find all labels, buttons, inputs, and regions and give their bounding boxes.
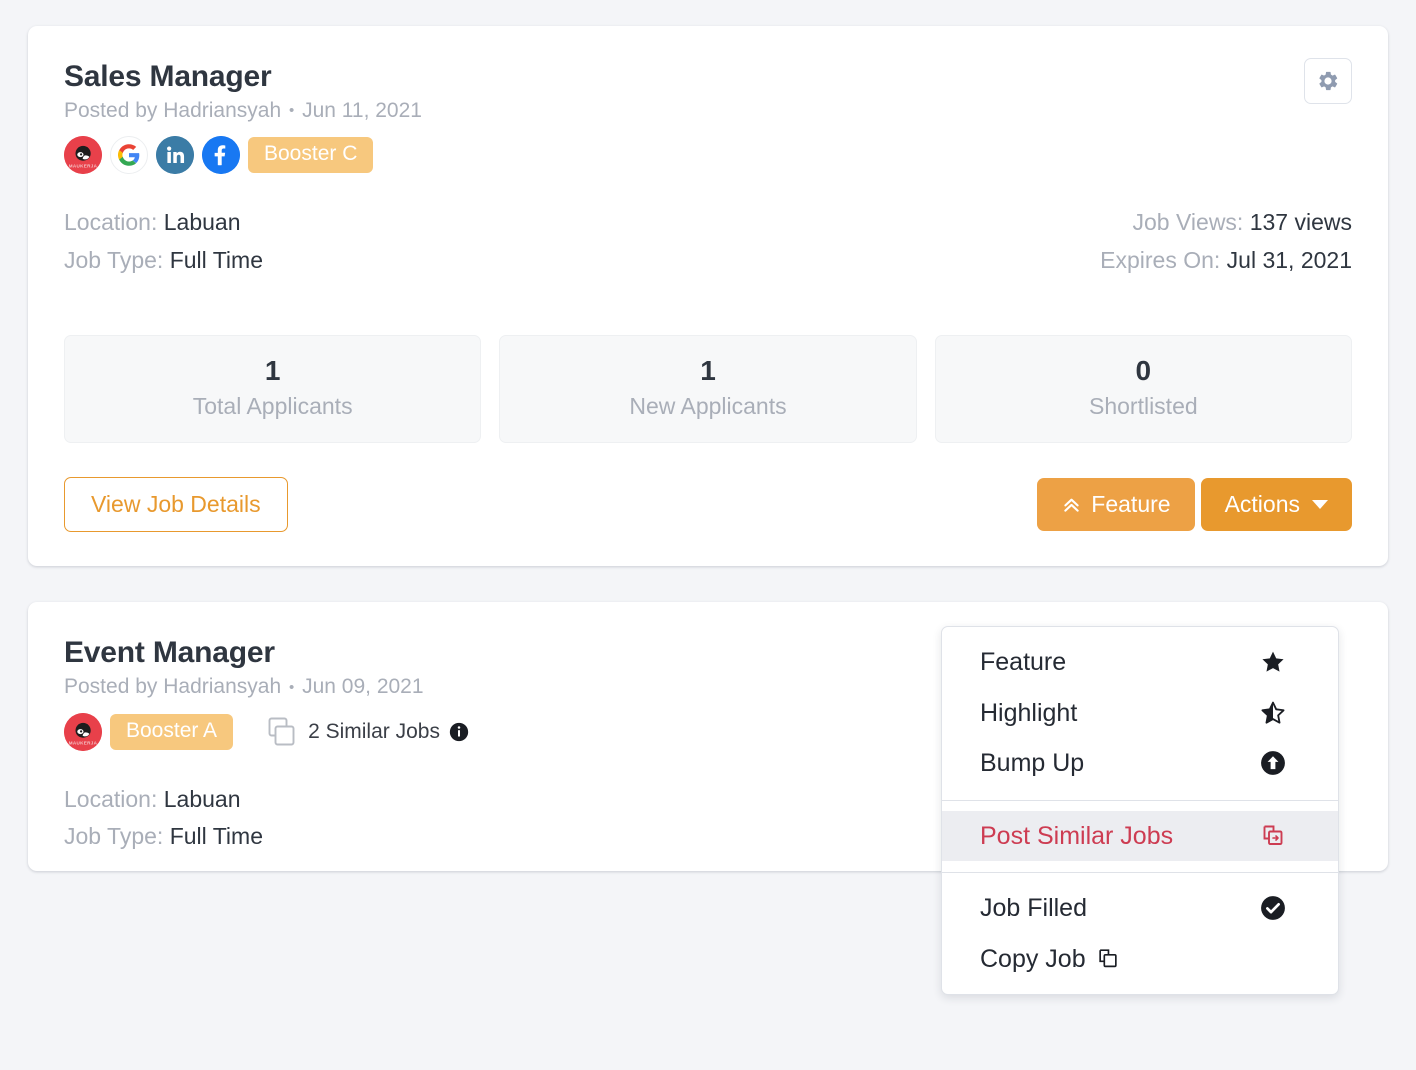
location-label: Location:	[64, 209, 158, 236]
view-job-details-button[interactable]: View Job Details	[64, 477, 288, 533]
stat-value: 1	[264, 354, 281, 386]
job-card-sales-manager: Sales Manager Posted by Hadriansyah • Ju…	[28, 26, 1388, 567]
actions-dropdown-button[interactable]: Actions	[1200, 478, 1352, 532]
info-circle-icon[interactable]	[449, 722, 469, 742]
actions-dropdown-menu: Feature Highlight Bump Up Post Similar J…	[941, 626, 1339, 995]
dropdown-item-job-filled[interactable]: Job Filled	[942, 883, 1338, 934]
gear-icon	[1316, 69, 1340, 93]
job-posted-line: Posted by Hadriansyah • Jun 11, 2021	[64, 98, 1352, 124]
dropdown-item-bump-up[interactable]: Bump Up	[942, 738, 1338, 789]
expires-label: Expires On:	[1100, 247, 1221, 273]
job-meta-left: Location: Labuan Job Type: Full Time	[64, 785, 263, 852]
dropdown-item-label: Bump Up	[980, 749, 1085, 777]
jobviews-line: Job Views: 137 views	[1100, 208, 1352, 237]
booster-badge: Booster C	[248, 137, 374, 174]
location-line: Location: Labuan	[64, 208, 263, 237]
arrow-up-circle-icon	[1260, 750, 1286, 776]
job-meta: Location: Labuan Job Type: Full Time Job…	[64, 208, 1352, 275]
double-chevron-up-icon	[1061, 494, 1082, 515]
dropdown-item-label: Copy Job	[980, 944, 1086, 973]
dropdown-divider	[942, 872, 1338, 873]
jobviews-value: 137 views	[1249, 209, 1352, 236]
jobviews-label: Job Views:	[1132, 209, 1244, 236]
jobtype-value: Full Time	[169, 247, 263, 273]
gear-icon-button[interactable]	[1304, 58, 1352, 104]
location-value: Labuan	[163, 785, 241, 812]
job-actions-row: View Job Details Feature Actions	[64, 477, 1352, 533]
expires-line: Expires On: Jul 31, 2021	[1100, 246, 1352, 275]
applicant-stats: 1 Total Applicants 1 New Applicants 0 Sh…	[64, 334, 1352, 444]
dropdown-item-label: Post Similar Jobs	[980, 821, 1174, 850]
jobtype-label: Job Type:	[64, 247, 164, 273]
job-meta-right: Job Views: 137 views Expires On: Jul 31,…	[1100, 208, 1352, 275]
maukerja-icon[interactable]: MAUKERJA	[64, 712, 102, 751]
posted-date: Jun 09, 2021	[302, 675, 424, 699]
dropdown-item-feature[interactable]: Feature	[942, 637, 1338, 688]
stat-label: Total Applicants	[192, 392, 353, 419]
jobtype-label: Job Type:	[64, 823, 164, 850]
star-filled-icon	[1260, 649, 1286, 675]
stat-value: 0	[1135, 354, 1152, 386]
jobs-list-page: Sales Manager Posted by Hadriansyah • Ju…	[0, 0, 1416, 1070]
dropdown-item-label-group: Copy Job	[980, 943, 1120, 976]
booster-badge: Booster A	[110, 713, 234, 750]
separator-dot: •	[288, 678, 295, 696]
copy-icon	[1096, 947, 1120, 971]
check-circle-icon	[1260, 895, 1286, 921]
posted-date: Jun 11, 2021	[302, 99, 422, 122]
stat-total-applicants[interactable]: 1 Total Applicants	[64, 334, 482, 444]
facebook-icon[interactable]	[202, 136, 240, 175]
job-badge-row: MAUKERJA Booster C	[64, 136, 1352, 175]
similar-jobs-group[interactable]: 2 Similar Jobs	[265, 715, 469, 749]
jobtype-line: Job Type: Full Time	[64, 246, 263, 275]
dropdown-item-highlight[interactable]: Highlight	[942, 688, 1338, 739]
dropdown-item-label: Job Filled	[980, 894, 1087, 922]
svg-text:MAUKERJA: MAUKERJA	[69, 164, 98, 169]
location-label: Location:	[64, 785, 158, 812]
feature-button-label: Feature	[1091, 491, 1171, 518]
stat-new-applicants[interactable]: 1 New Applicants	[499, 334, 917, 444]
feature-button[interactable]: Feature	[1037, 478, 1195, 532]
svg-text:MAUKERJA: MAUKERJA	[69, 740, 98, 745]
stat-shortlisted[interactable]: 0 Shortlisted	[934, 334, 1352, 444]
job-meta-left: Location: Labuan Job Type: Full Time	[64, 208, 263, 275]
dropdown-divider	[942, 799, 1338, 801]
google-icon[interactable]	[110, 136, 148, 175]
separator-dot: •	[288, 102, 295, 120]
stat-label: Shortlisted	[1088, 392, 1198, 419]
dropdown-item-label: Highlight	[980, 698, 1078, 727]
job-title: Sales Manager	[64, 60, 272, 93]
maukerja-icon[interactable]: MAUKERJA	[64, 136, 102, 175]
linkedin-icon[interactable]	[156, 136, 194, 175]
copy-arrow-icon	[1260, 823, 1286, 849]
job-action-buttons: Feature Actions	[1037, 478, 1352, 532]
location-value: Labuan	[163, 209, 241, 236]
jobtype-value: Full Time	[169, 823, 263, 850]
dropdown-item-label: Feature	[980, 648, 1067, 676]
actions-button-label: Actions	[1224, 491, 1300, 518]
star-half-icon	[1260, 700, 1286, 726]
expires-value: Jul 31, 2021	[1226, 247, 1352, 273]
posted-by-text: Posted by Hadriansyah	[64, 675, 282, 699]
dropdown-item-copy-job[interactable]: Copy Job	[942, 934, 1338, 985]
stat-value: 1	[700, 354, 716, 386]
jobtype-line: Job Type: Full Time	[64, 822, 263, 851]
caret-down-icon	[1312, 500, 1328, 510]
similar-jobs-label: 2 Similar Jobs	[308, 719, 440, 743]
posted-by-text: Posted by Hadriansyah	[64, 99, 282, 122]
stat-label: New Applicants	[629, 392, 787, 419]
dropdown-item-post-similar-jobs[interactable]: Post Similar Jobs	[942, 810, 1338, 861]
copy-icon	[265, 715, 299, 749]
location-line: Location: Labuan	[64, 785, 263, 814]
